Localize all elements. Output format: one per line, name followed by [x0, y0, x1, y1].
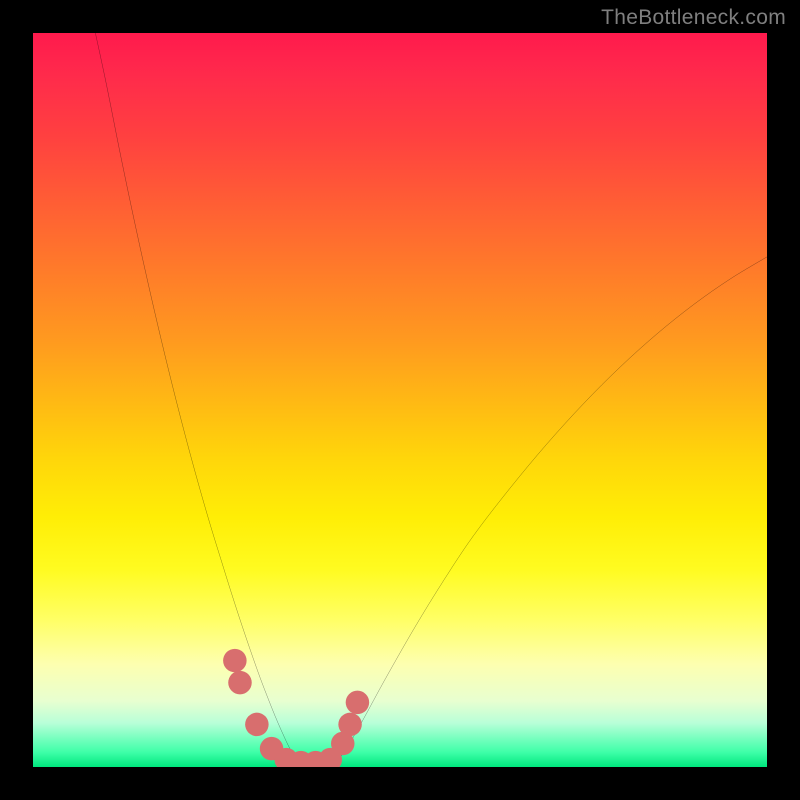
marker-dot [245, 713, 268, 736]
right-curve [338, 257, 767, 761]
chart-stage: TheBottleneck.com [0, 0, 800, 800]
left-curve [95, 33, 297, 761]
marker-dot [346, 691, 369, 714]
marker-dot [223, 649, 246, 672]
highlight-dots [223, 649, 369, 767]
watermark-text: TheBottleneck.com [601, 6, 786, 30]
plot-area [33, 33, 767, 767]
curve-layer [33, 33, 767, 767]
marker-dot [338, 713, 361, 736]
marker-dot [228, 671, 251, 694]
